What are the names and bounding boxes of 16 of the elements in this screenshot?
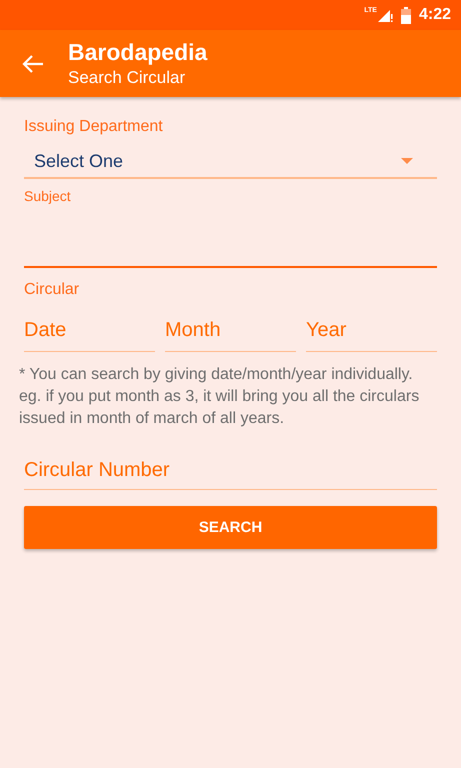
app-title: Barodapedia bbox=[68, 38, 208, 66]
department-dropdown[interactable]: Select One bbox=[24, 145, 437, 179]
circular-number-field[interactable]: Circular Number bbox=[24, 456, 437, 490]
subject-label: Subject bbox=[24, 188, 71, 204]
back-arrow-icon bbox=[22, 54, 44, 74]
date-part-field[interactable]: Date bbox=[24, 314, 155, 352]
dropdown-caret-icon bbox=[401, 158, 413, 164]
circular-label: Circular bbox=[24, 281, 80, 298]
date-part-field[interactable]: Month bbox=[165, 314, 296, 352]
screen-subtitle: Search Circular bbox=[68, 66, 186, 88]
clock-time: 4:22 bbox=[418, 6, 451, 24]
search-hint-text: * You can search by giving date/month/year individually. eg. if you put month as 3, it will bring you all the circulars issued in month of march of all years. bbox=[19, 365, 420, 429]
date-part-field[interactable]: Year bbox=[306, 314, 437, 352]
department-label: Issuing Department bbox=[24, 117, 164, 137]
back-button[interactable] bbox=[22, 54, 44, 74]
battery-icon bbox=[400, 6, 411, 24]
